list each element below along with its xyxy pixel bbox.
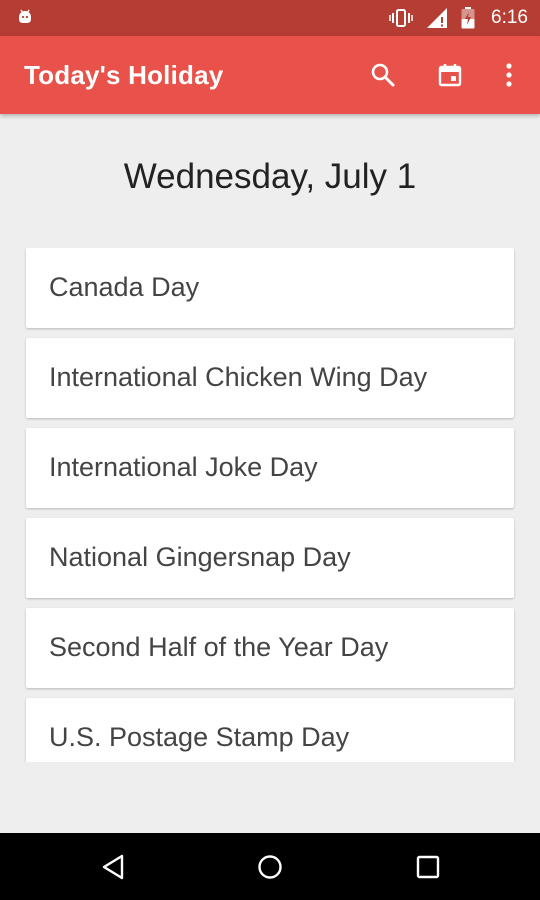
vibrate-icon [389,9,413,27]
search-icon[interactable] [369,61,397,89]
holiday-label: U.S. Postage Stamp Day [49,722,350,752]
holiday-label: International Chicken Wing Day [49,362,428,392]
recents-icon[interactable] [413,852,443,882]
holiday-list[interactable]: Canada Day International Chicken Wing Da… [0,248,540,762]
status-bar: 6:16 [0,0,540,36]
navigation-bar [0,833,540,900]
overflow-menu-icon[interactable] [495,61,523,89]
holiday-label: Second Half of the Year Day [49,632,389,662]
android-icon [19,9,31,23]
back-icon[interactable] [98,852,128,882]
holiday-card[interactable]: Canada Day [26,248,514,328]
signal-icon [427,8,448,28]
holiday-label: International Joke Day [49,452,318,482]
calendar-icon[interactable] [436,61,464,89]
holiday-label: Canada Day [49,272,200,302]
holiday-card[interactable]: Second Half of the Year Day [26,608,514,688]
holiday-card[interactable]: U.S. Postage Stamp Day [26,698,514,762]
app-title: Today's Holiday [24,60,224,90]
status-time: 6:16 [491,7,528,28]
holiday-card[interactable]: National Gingersnap Day [26,518,514,598]
battery-charging-icon [461,7,475,29]
holiday-label: National Gingersnap Day [49,542,351,572]
holiday-card[interactable]: International Joke Day [26,428,514,508]
date-heading: Wednesday, July 1 [123,157,417,196]
holiday-card[interactable]: International Chicken Wing Day [26,338,514,418]
home-icon[interactable] [255,852,285,882]
app-bar: Today's Holiday [0,36,540,114]
